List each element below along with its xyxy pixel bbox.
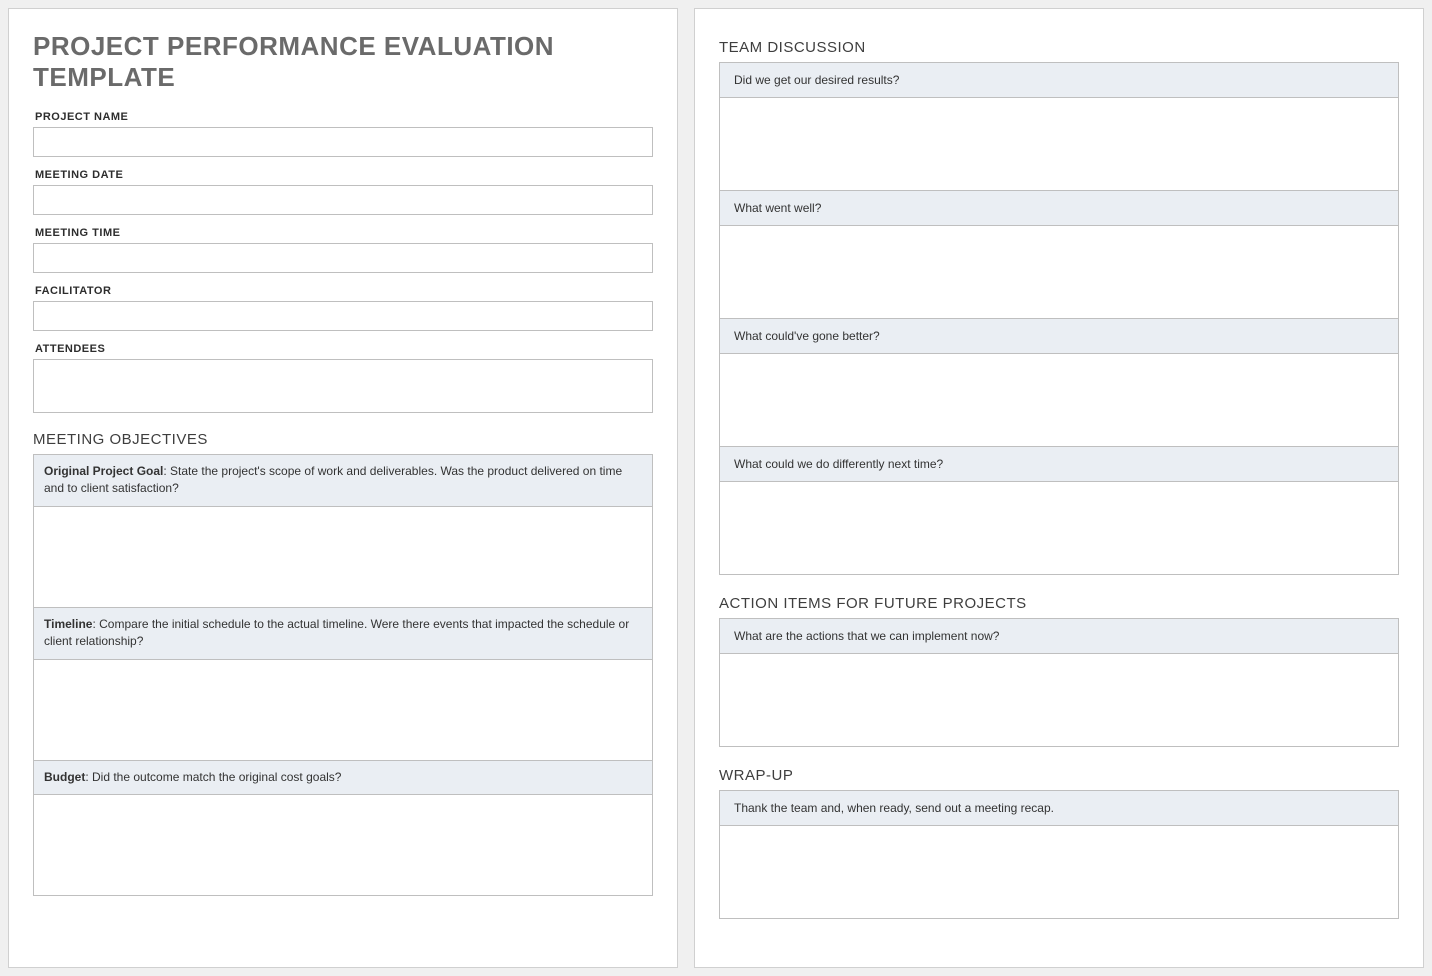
action-block-implement: What are the actions that we can impleme… bbox=[719, 618, 1399, 747]
discussion-body-results[interactable] bbox=[720, 98, 1398, 190]
objective-block-timeline: Timeline: Compare the initial schedule t… bbox=[33, 608, 653, 761]
discussion-body-differently[interactable] bbox=[720, 482, 1398, 574]
input-project-name[interactable] bbox=[33, 127, 653, 157]
action-prompt-implement: What are the actions that we can impleme… bbox=[720, 619, 1398, 654]
team-discussion-group: Did we get our desired results? What wen… bbox=[719, 62, 1399, 575]
label-meeting-date: MEETING DATE bbox=[35, 169, 653, 181]
objective-body-goal[interactable] bbox=[34, 507, 652, 607]
label-facilitator: FACILITATOR bbox=[35, 285, 653, 297]
discussion-prompt-results: Did we get our desired results? bbox=[720, 63, 1398, 98]
label-project-name: PROJECT NAME bbox=[35, 111, 653, 123]
section-wrap-up-title: WRAP-UP bbox=[719, 767, 1399, 784]
objective-text-timeline: : Compare the initial schedule to the ac… bbox=[44, 617, 629, 648]
discussion-block-went-well: What went well? bbox=[719, 191, 1399, 319]
input-attendees[interactable] bbox=[33, 359, 653, 413]
discussion-block-better: What could've gone better? bbox=[719, 319, 1399, 447]
objective-body-budget[interactable] bbox=[34, 795, 652, 895]
objective-header-goal: Original Project Goal: State the project… bbox=[34, 455, 652, 507]
discussion-prompt-better: What could've gone better? bbox=[720, 319, 1398, 354]
discussion-body-better[interactable] bbox=[720, 354, 1398, 446]
label-meeting-time: MEETING TIME bbox=[35, 227, 653, 239]
objective-lead-goal: Original Project Goal bbox=[44, 464, 163, 478]
page-right: TEAM DISCUSSION Did we get our desired r… bbox=[694, 8, 1424, 968]
objective-lead-timeline: Timeline bbox=[44, 617, 92, 631]
action-items-group: What are the actions that we can impleme… bbox=[719, 618, 1399, 747]
objective-block-budget: Budget: Did the outcome match the origin… bbox=[33, 761, 653, 896]
label-attendees: ATTENDEES bbox=[35, 343, 653, 355]
objective-header-timeline: Timeline: Compare the initial schedule t… bbox=[34, 608, 652, 660]
input-facilitator[interactable] bbox=[33, 301, 653, 331]
wrap-up-prompt: Thank the team and, when ready, send out… bbox=[720, 791, 1398, 826]
wrap-up-block: Thank the team and, when ready, send out… bbox=[719, 790, 1399, 919]
section-action-items-title: ACTION ITEMS FOR FUTURE PROJECTS bbox=[719, 595, 1399, 612]
discussion-prompt-differently: What could we do differently next time? bbox=[720, 447, 1398, 482]
objective-header-budget: Budget: Did the outcome match the origin… bbox=[34, 761, 652, 795]
discussion-prompt-went-well: What went well? bbox=[720, 191, 1398, 226]
objective-lead-budget: Budget bbox=[44, 770, 85, 784]
objective-body-timeline[interactable] bbox=[34, 660, 652, 760]
discussion-block-results: Did we get our desired results? bbox=[719, 62, 1399, 191]
wrap-up-body[interactable] bbox=[720, 826, 1398, 918]
page-left: PROJECT PERFORMANCE EVALUATION TEMPLATE … bbox=[8, 8, 678, 968]
objective-block-goal: Original Project Goal: State the project… bbox=[33, 454, 653, 608]
objective-text-budget: : Did the outcome match the original cos… bbox=[85, 770, 341, 784]
section-meeting-objectives-title: MEETING OBJECTIVES bbox=[33, 431, 653, 448]
action-body-implement[interactable] bbox=[720, 654, 1398, 746]
section-team-discussion-title: TEAM DISCUSSION bbox=[719, 39, 1399, 56]
discussion-body-went-well[interactable] bbox=[720, 226, 1398, 318]
input-meeting-time[interactable] bbox=[33, 243, 653, 273]
input-meeting-date[interactable] bbox=[33, 185, 653, 215]
document-title: PROJECT PERFORMANCE EVALUATION TEMPLATE bbox=[33, 31, 653, 93]
discussion-block-differently: What could we do differently next time? bbox=[719, 447, 1399, 575]
wrap-up-group: Thank the team and, when ready, send out… bbox=[719, 790, 1399, 919]
